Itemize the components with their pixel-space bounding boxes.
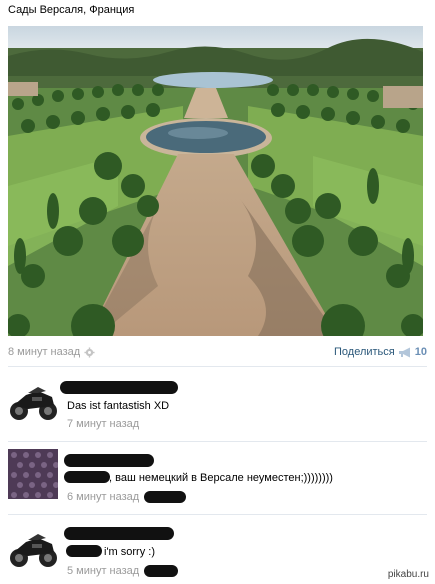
comment-item: i'm sorry :) 5 минут назад	[8, 522, 427, 584]
comment-item: Das ist fantastish XD 7 минут назад	[8, 375, 427, 439]
redacted-author-name	[64, 527, 174, 540]
motorcycle-avatar-image	[8, 375, 58, 425]
divider	[8, 366, 427, 367]
redacted-author-name	[60, 381, 178, 394]
post-title: Сады Версаля, Франция	[8, 4, 135, 16]
share-label: Поделиться	[334, 346, 395, 358]
post-photo[interactable]	[8, 26, 423, 336]
divider	[8, 441, 427, 442]
watermark: pikabu.ru	[385, 568, 431, 581]
redacted-reply-to	[144, 565, 178, 577]
share-button[interactable]: Поделиться 10	[334, 346, 427, 358]
comment-item: , ваш немецкий в Версале неуместен;)))))…	[8, 449, 427, 513]
motorcycle-avatar-image	[8, 522, 58, 572]
avatar[interactable]	[8, 522, 58, 572]
comment-text: , ваш немецкий в Версале неуместен;)))))…	[109, 472, 333, 484]
megaphone-icon	[398, 347, 410, 357]
post-meta: 8 минут назад	[8, 346, 95, 358]
gear-icon[interactable]	[84, 346, 95, 358]
post-time[interactable]: 8 минут назад	[8, 346, 80, 358]
versailles-garden-image	[8, 26, 423, 336]
redacted-mention	[64, 471, 110, 483]
comment-text: Das ist fantastish XD	[67, 400, 170, 412]
comment-time[interactable]: 6 минут назад	[67, 491, 139, 503]
redacted-author-name	[64, 454, 154, 467]
share-count: 10	[414, 346, 427, 358]
avatar[interactable]	[8, 449, 58, 499]
divider	[8, 514, 427, 515]
comment-text: i'm sorry :)	[104, 546, 155, 558]
comment-time[interactable]: 7 минут назад	[67, 418, 139, 430]
redacted-reply-to	[144, 491, 186, 503]
comment-time[interactable]: 5 минут назад	[67, 565, 139, 577]
redacted-mention	[66, 545, 102, 557]
purple-pattern-avatar-image	[8, 449, 58, 499]
avatar[interactable]	[8, 375, 58, 425]
